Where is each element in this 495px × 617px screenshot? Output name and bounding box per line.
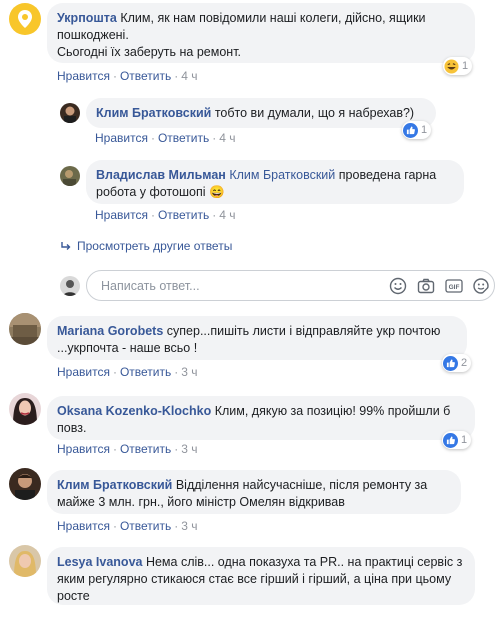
like-link[interactable]: Нравится <box>57 365 110 379</box>
avatar-klym[interactable] <box>60 103 80 123</box>
reply-link[interactable]: Ответить <box>158 208 209 222</box>
comment-actions: Нравится · Ответить · 3 ч <box>57 365 198 379</box>
like-link[interactable]: Нравится <box>57 69 110 83</box>
comment-author[interactable]: Oksana Kozenko-Klochko <box>57 404 211 418</box>
user-photo-icon <box>15 474 35 500</box>
like-link[interactable]: Нравится <box>57 442 110 456</box>
reaction-count[interactable]: 1 <box>442 431 472 449</box>
separator: · <box>112 442 117 456</box>
reaction-number: 2 <box>461 357 468 369</box>
like-icon <box>403 122 418 138</box>
svg-text:GIF: GIF <box>449 284 460 291</box>
view-more-replies-link[interactable]: Просмотреть другие ответы <box>60 239 232 253</box>
separator: · <box>174 442 179 456</box>
timestamp[interactable]: 4 ч <box>219 131 235 145</box>
reply-link[interactable]: Ответить <box>120 442 171 456</box>
reaction-count[interactable]: 2 <box>442 354 472 372</box>
user-photo-icon <box>13 398 37 425</box>
mention-link[interactable]: Клим Братковский <box>229 168 335 182</box>
current-user-avatar <box>60 276 80 296</box>
timestamp[interactable]: 3 ч <box>181 442 197 456</box>
separator: · <box>174 519 179 533</box>
comment-actions: Нравится · Ответить · 4 ч <box>57 69 198 83</box>
reply-input-box[interactable]: GIF <box>86 270 495 301</box>
avatar-mariana[interactable] <box>9 313 41 345</box>
reply-link[interactable]: Ответить <box>158 131 209 145</box>
haha-icon <box>444 58 459 74</box>
reply-bubble: Владислав Мильман Клим Братковский прове… <box>86 160 464 204</box>
location-pin-icon <box>18 10 32 28</box>
emoji-icon[interactable] <box>389 277 407 295</box>
comment-bubble: Mariana Gorobets супер...пишіть листи і … <box>47 316 467 360</box>
reply-link[interactable]: Ответить <box>120 365 171 379</box>
user-photo-icon <box>14 551 36 577</box>
comment-author[interactable]: Владислав Мильман <box>96 168 226 182</box>
separator: · <box>112 69 117 83</box>
gif-icon[interactable]: GIF <box>445 277 463 295</box>
like-link[interactable]: Нравится <box>95 208 148 222</box>
comment-bubble: Lesya Ivanova Нема слів... одна показуха… <box>47 547 475 605</box>
timestamp[interactable]: 4 ч <box>219 208 235 222</box>
reply-arrow-icon <box>61 242 71 250</box>
reply-link[interactable]: Ответить <box>120 519 171 533</box>
separator: · <box>212 208 217 222</box>
like-icon <box>443 432 458 448</box>
user-photo-icon <box>63 170 76 186</box>
sticker-icon[interactable] <box>472 277 490 295</box>
like-icon <box>443 355 458 371</box>
separator: · <box>174 365 179 379</box>
camera-icon[interactable] <box>417 277 435 295</box>
comment-actions: Нравится · Ответить · 3 ч <box>57 442 198 456</box>
avatar-vladyslav[interactable] <box>60 166 80 186</box>
reaction-number: 1 <box>462 60 469 72</box>
separator: · <box>150 131 155 145</box>
avatar-ukrposhta[interactable] <box>9 3 41 35</box>
comment-author[interactable]: Укрпошта <box>57 11 117 25</box>
reaction-count[interactable]: 1 <box>443 57 473 75</box>
reply-link[interactable]: Ответить <box>120 69 171 83</box>
timestamp[interactable]: 3 ч <box>181 519 197 533</box>
reaction-number: 1 <box>461 434 468 446</box>
user-photo-icon <box>63 280 77 296</box>
user-photo-icon <box>9 313 41 345</box>
avatar-klym[interactable] <box>9 468 41 500</box>
comment-bubble: Укрпошта Клим, як нам повідомили наші ко… <box>47 3 475 63</box>
comment-author[interactable]: Клим Братковский <box>57 478 172 492</box>
separator: · <box>112 365 117 379</box>
reply-bubble: Клим Братковский тобто ви думали, що я н… <box>86 98 436 128</box>
comment-actions: Нравится · Ответить · 4 ч <box>95 208 236 222</box>
comment-author[interactable]: Mariana Gorobets <box>57 324 163 338</box>
like-link[interactable]: Нравится <box>57 519 110 533</box>
comment-actions: Нравится · Ответить · 4 ч <box>95 131 236 145</box>
view-more-replies-label: Просмотреть другие ответы <box>77 239 233 253</box>
separator: · <box>112 519 117 533</box>
separator: · <box>174 69 179 83</box>
comment-text: тобто ви думали, що я набрехав?) <box>214 106 415 120</box>
reaction-count[interactable]: 1 <box>402 121 432 139</box>
avatar-lesya[interactable] <box>9 545 41 577</box>
reply-input[interactable] <box>99 278 373 294</box>
timestamp[interactable]: 4 ч <box>181 69 197 83</box>
laughing-emoji-icon: 😄 <box>208 185 225 199</box>
comment-bubble: Oksana Kozenko-Klochko Клим, дякую за по… <box>47 396 475 440</box>
separator: · <box>150 208 155 222</box>
like-link[interactable]: Нравится <box>95 131 148 145</box>
avatar-oksana[interactable] <box>9 393 41 425</box>
user-photo-icon <box>64 106 76 123</box>
separator: · <box>212 131 217 145</box>
reaction-number: 1 <box>421 124 428 136</box>
comment-actions: Нравится · Ответить · 3 ч <box>57 519 198 533</box>
comment-author[interactable]: Клим Братковский <box>96 106 211 120</box>
comment-author[interactable]: Lesya Ivanova <box>57 555 142 569</box>
comment-text-line2: Сьогодні їх заберуть на ремонт. <box>57 45 242 59</box>
comment-bubble: Клим Братковский Відділення найсучасніше… <box>47 470 461 514</box>
timestamp[interactable]: 3 ч <box>181 365 197 379</box>
